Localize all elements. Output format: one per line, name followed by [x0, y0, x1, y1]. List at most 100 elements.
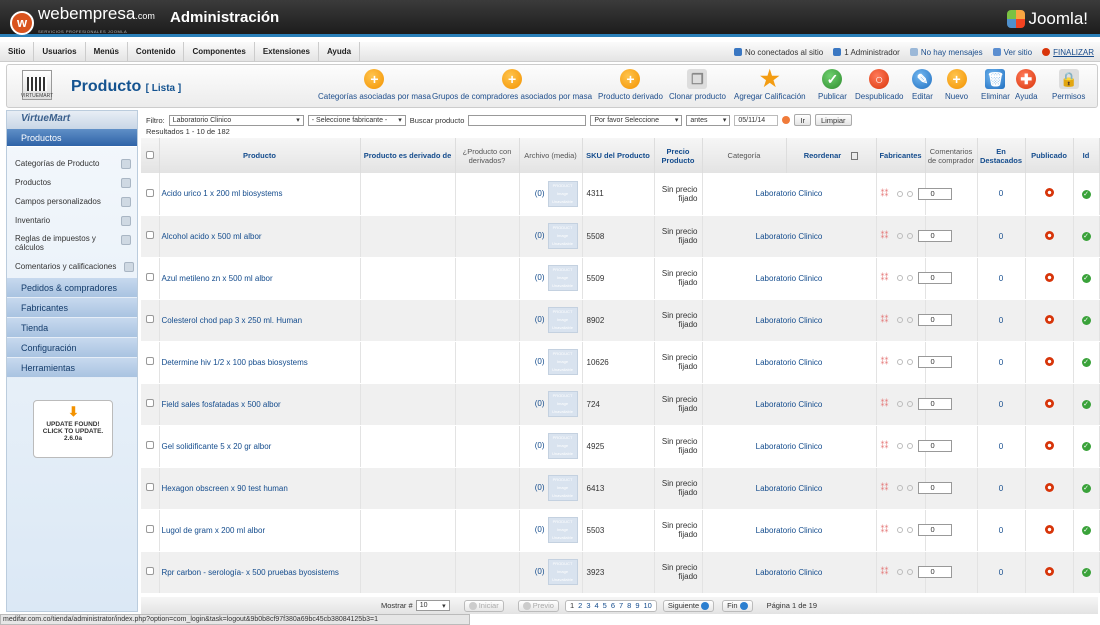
save-order-icon[interactable] — [851, 152, 859, 160]
row-checkbox[interactable] — [145, 483, 154, 491]
move-down-icon[interactable] — [906, 443, 913, 449]
media-count-link[interactable]: (0) — [535, 315, 545, 324]
move-down-icon[interactable] — [906, 317, 913, 323]
help-button[interactable]: ✚ Ayuda — [1015, 69, 1038, 101]
edit-button[interactable]: ✎ Editar — [912, 69, 933, 101]
order-input[interactable]: 0 — [917, 566, 952, 578]
product-name-link[interactable]: Lugol de gram x 200 ml albor — [159, 509, 361, 552]
delete-button[interactable]: 🗑 Eliminar — [981, 69, 1010, 101]
published-check-icon[interactable]: ✓ — [1081, 232, 1091, 241]
clone-product-button[interactable]: ❐ Clonar producto — [669, 69, 726, 101]
page-number-link[interactable]: 10 — [644, 601, 652, 610]
col-producto[interactable]: Producto — [159, 138, 361, 173]
sidebar-group-shop[interactable]: Tienda — [7, 318, 137, 338]
move-down-icon[interactable] — [906, 359, 913, 365]
drag-handle-icon[interactable]: ⁑⁑ — [881, 273, 889, 282]
not-featured-icon[interactable] — [1044, 314, 1054, 324]
col-destacados[interactable]: En Destacados — [977, 138, 1026, 173]
order-input[interactable]: 0 — [917, 356, 952, 368]
comments-count[interactable]: 0 — [977, 551, 1026, 594]
order-input[interactable]: 0 — [917, 187, 952, 200]
move-down-icon[interactable] — [906, 275, 913, 281]
calendar-icon[interactable] — [782, 116, 791, 124]
page-number-link[interactable]: 1 — [570, 601, 574, 610]
move-up-icon[interactable] — [896, 317, 903, 323]
drag-handle-icon[interactable]: ⁑⁑ — [881, 315, 889, 324]
published-check-icon[interactable]: ✓ — [1081, 400, 1091, 409]
media-count-link[interactable]: (0) — [535, 567, 545, 576]
next-page-button[interactable]: Siguiente — [662, 599, 715, 612]
published-check-icon[interactable]: ✓ — [1081, 442, 1091, 451]
order-input[interactable]: 0 — [917, 314, 952, 326]
category-link[interactable]: Laboratorio Clinico — [702, 509, 877, 552]
no-image-thumbnail[interactable]: PRODUCT Image Unavailable — [547, 223, 578, 249]
product-name-link[interactable]: Hexagon obscreen x 90 test human — [159, 467, 361, 510]
page-size-select[interactable]: 10 — [415, 600, 450, 611]
mass-shopper-groups-button[interactable]: + Grupos de compradores asociados por mas… — [432, 69, 592, 101]
sidebar-group-orders[interactable]: Pedidos & compradores — [7, 278, 137, 298]
comments-count[interactable]: 0 — [977, 509, 1026, 552]
not-featured-icon[interactable] — [1044, 398, 1054, 408]
not-featured-icon[interactable] — [1044, 524, 1054, 534]
product-name-link[interactable]: Field sales fosfatadas x 500 albor — [159, 383, 361, 426]
published-check-icon[interactable]: ✓ — [1081, 568, 1091, 577]
comments-count[interactable]: 0 — [977, 341, 1026, 384]
admins-status[interactable]: 1 Administrador — [833, 48, 900, 57]
no-image-thumbnail[interactable]: PRODUCT Image Unavailable — [547, 559, 578, 585]
col-id[interactable]: Id — [1073, 138, 1100, 173]
last-page-button[interactable]: Fin — [722, 599, 753, 612]
order-input[interactable]: 0 — [917, 398, 952, 410]
sidebar-item-custom-fields[interactable]: Campos personalizados — [7, 191, 137, 210]
sidebar-group-manufacturers[interactable]: Fabricantes — [7, 298, 137, 318]
published-check-icon[interactable]: ✓ — [1081, 526, 1091, 535]
row-checkbox[interactable] — [145, 441, 154, 449]
no-image-thumbnail[interactable]: PRODUCT Image Unavailable — [547, 433, 578, 459]
category-link[interactable]: Laboratorio Clinico — [702, 299, 877, 342]
mass-categories-button[interactable]: + Categorías asociadas por masa — [318, 69, 431, 101]
menu-contenido[interactable]: Contenido — [128, 41, 185, 62]
page-number-link[interactable]: 3 — [586, 601, 590, 610]
previous-page-button[interactable]: Previo — [517, 599, 559, 612]
derived-product-button[interactable]: + Producto derivado — [598, 69, 663, 101]
drag-handle-icon[interactable]: ⁑⁑ — [881, 399, 889, 408]
date-compare-select[interactable]: antes — [686, 114, 731, 126]
order-input[interactable]: 0 — [917, 524, 952, 536]
webempresa-logo[interactable]: w webempresa.com SERVICIOS PROFESIONALES … — [10, 5, 155, 39]
col-precio[interactable]: Precio Producto — [654, 138, 703, 173]
drag-handle-icon[interactable]: ⁑⁑ — [881, 483, 889, 492]
logout-link[interactable]: FINALIZAR — [1042, 48, 1094, 57]
media-count-link[interactable]: (0) — [535, 189, 545, 198]
page-number-link[interactable]: 9 — [635, 601, 639, 610]
drag-handle-icon[interactable]: ⁑⁑ — [881, 357, 889, 366]
menu-sitio[interactable]: Sitio — [0, 41, 35, 62]
clear-button[interactable]: Limpiar — [814, 114, 852, 126]
page-number-link[interactable]: 4 — [594, 601, 598, 610]
no-image-thumbnail[interactable]: PRODUCT Image Unavailable — [547, 265, 578, 291]
move-up-icon[interactable] — [896, 527, 903, 533]
category-link[interactable]: Laboratorio Clinico — [702, 467, 877, 510]
drag-handle-icon[interactable]: ⁑⁑ — [881, 189, 889, 198]
col-publicado[interactable]: Publicado — [1025, 138, 1074, 173]
menu-menus[interactable]: Menús — [86, 41, 128, 62]
published-check-icon[interactable]: ✓ — [1081, 274, 1091, 283]
move-up-icon[interactable] — [896, 359, 903, 365]
no-image-thumbnail[interactable]: PRODUCT Image Unavailable — [547, 307, 578, 333]
no-image-thumbnail[interactable]: PRODUCT Image Unavailable — [547, 475, 578, 501]
sidebar-section-productos[interactable]: Productos — [7, 129, 137, 147]
comments-count[interactable]: 0 — [977, 173, 1026, 216]
comments-count[interactable]: 0 — [977, 425, 1026, 468]
page-number-link[interactable]: 7 — [619, 601, 623, 610]
page-number-link[interactable]: 8 — [627, 601, 631, 610]
menu-usuarios[interactable]: Usuarios — [34, 41, 86, 62]
product-name-link[interactable]: Alcohol acido x 500 ml albor — [159, 215, 361, 258]
media-count-link[interactable]: (0) — [535, 441, 545, 450]
update-notice[interactable]: ⬇ UPDATE FOUND! CLICK TO UPDATE. 2.6.0a — [33, 400, 113, 458]
category-link[interactable]: Laboratorio Clinico — [702, 257, 877, 300]
menu-extensiones[interactable]: Extensiones — [255, 41, 319, 62]
comments-count[interactable]: 0 — [977, 383, 1026, 426]
move-down-icon[interactable] — [906, 527, 913, 533]
media-count-link[interactable]: (0) — [535, 399, 545, 408]
published-check-icon[interactable]: ✓ — [1081, 189, 1091, 199]
move-up-icon[interactable] — [896, 401, 903, 407]
published-check-icon[interactable]: ✓ — [1081, 316, 1091, 325]
